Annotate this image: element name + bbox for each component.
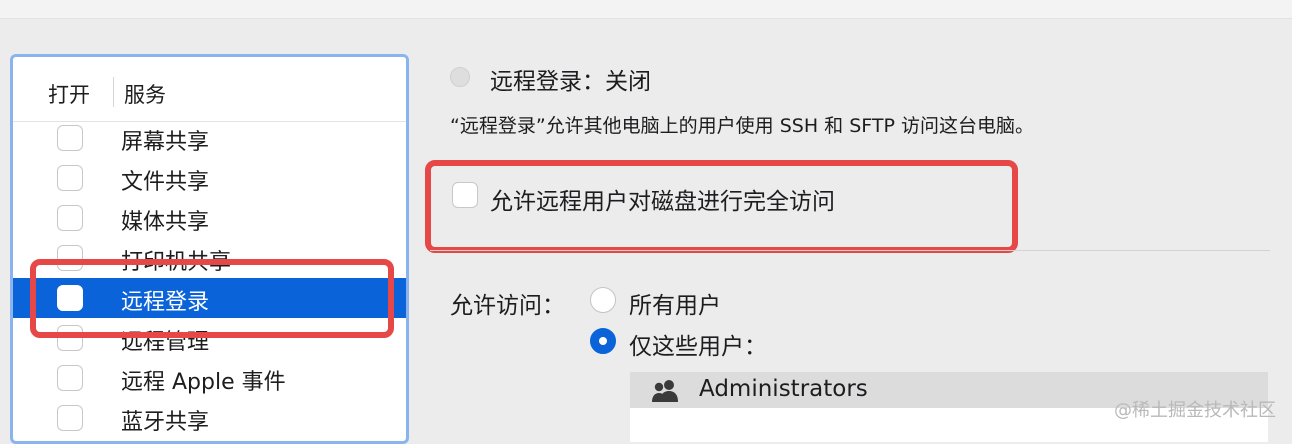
column-header-service[interactable]: 服务	[124, 79, 166, 109]
service-row-printer-sharing[interactable]: 打印机共享	[13, 238, 406, 278]
service-label: 远程 Apple 事件	[121, 370, 286, 395]
service-checkbox[interactable]	[57, 205, 83, 231]
status-indicator	[450, 67, 470, 87]
service-row-media-sharing[interactable]: 媒体共享	[13, 198, 406, 238]
service-row-screen-sharing[interactable]: 屏幕共享	[13, 118, 406, 158]
user-group-name: Administrators	[699, 376, 868, 402]
column-separator	[113, 77, 114, 107]
all-users-radio[interactable]	[590, 287, 616, 313]
remote-login-status: 远程登录：关闭	[490, 69, 651, 95]
all-users-label[interactable]: 所有用户	[629, 286, 721, 320]
only-these-users-radio[interactable]	[590, 328, 616, 354]
service-checkbox[interactable]	[57, 405, 83, 431]
full-disk-access-label[interactable]: 允许远程用户对磁盘进行完全访问	[490, 182, 835, 216]
window-top-bar	[0, 0, 1292, 19]
service-row-file-sharing[interactable]: 文件共享	[13, 158, 406, 198]
service-checkbox[interactable]	[57, 165, 83, 191]
full-disk-access-checkbox[interactable]	[452, 182, 478, 208]
watermark: @稀土掘金技术社区	[1114, 400, 1276, 421]
service-row-remote-apple-events[interactable]: 远程 Apple 事件	[13, 358, 406, 398]
remote-login-description: “远程登录”允许其他电脑上的用户使用 SSH 和 SFTP 访问这台电脑。	[450, 115, 1034, 137]
column-header-open[interactable]: 打开	[48, 79, 90, 109]
service-label: 打印机共享	[121, 250, 232, 275]
service-label: 媒体共享	[121, 210, 210, 235]
service-label: 屏幕共享	[121, 130, 210, 155]
allow-access-label: 允许访问：	[450, 293, 565, 319]
service-label: 远程登录	[121, 290, 210, 315]
services-list-header: 打开 服务	[13, 57, 406, 122]
service-label: 远程管理	[121, 330, 210, 355]
section-divider	[430, 250, 1270, 251]
service-checkbox[interactable]	[57, 125, 83, 151]
services-list[interactable]: 打开 服务 屏幕共享 文件共享 媒体共享 打印机共享 远程登录 远程管理 远程 …	[10, 54, 409, 444]
service-checkbox[interactable]	[57, 245, 83, 271]
only-these-users-label[interactable]: 仅这些用户：	[629, 327, 767, 361]
service-row-bluetooth-sharing[interactable]: 蓝牙共享	[13, 398, 406, 438]
service-checkbox[interactable]	[57, 285, 83, 311]
group-icon	[650, 378, 680, 404]
service-checkbox[interactable]	[57, 325, 83, 351]
service-row-remote-management[interactable]: 远程管理	[13, 318, 406, 358]
service-label: 文件共享	[121, 170, 210, 195]
service-label: 蓝牙共享	[121, 410, 210, 435]
service-checkbox[interactable]	[57, 365, 83, 391]
service-row-remote-login[interactable]: 远程登录	[13, 278, 406, 318]
